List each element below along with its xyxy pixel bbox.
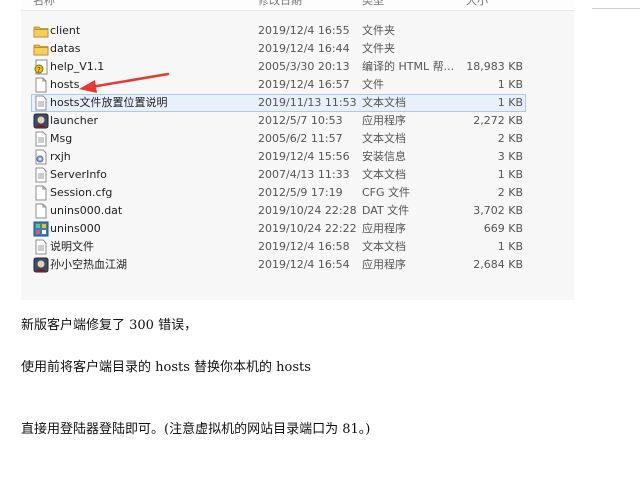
file-explorer-screenshot: 名称 修改日期 类型 大小 client 2019/12/4 16:55 文件夹 da…	[21, 0, 574, 300]
top-right-rule	[592, 0, 640, 9]
article-line-1: 新版客户端修复了 300 错误，	[21, 318, 198, 333]
article-line-3: 直接用登陆器登陆即可。(注意虚拟机的网站目录端口为 81。)	[21, 422, 371, 437]
red-arrow-annotation	[79, 72, 170, 93]
article-line-2: 使用前将客户端目录的 hosts 替换你本机的 hosts	[21, 360, 311, 375]
